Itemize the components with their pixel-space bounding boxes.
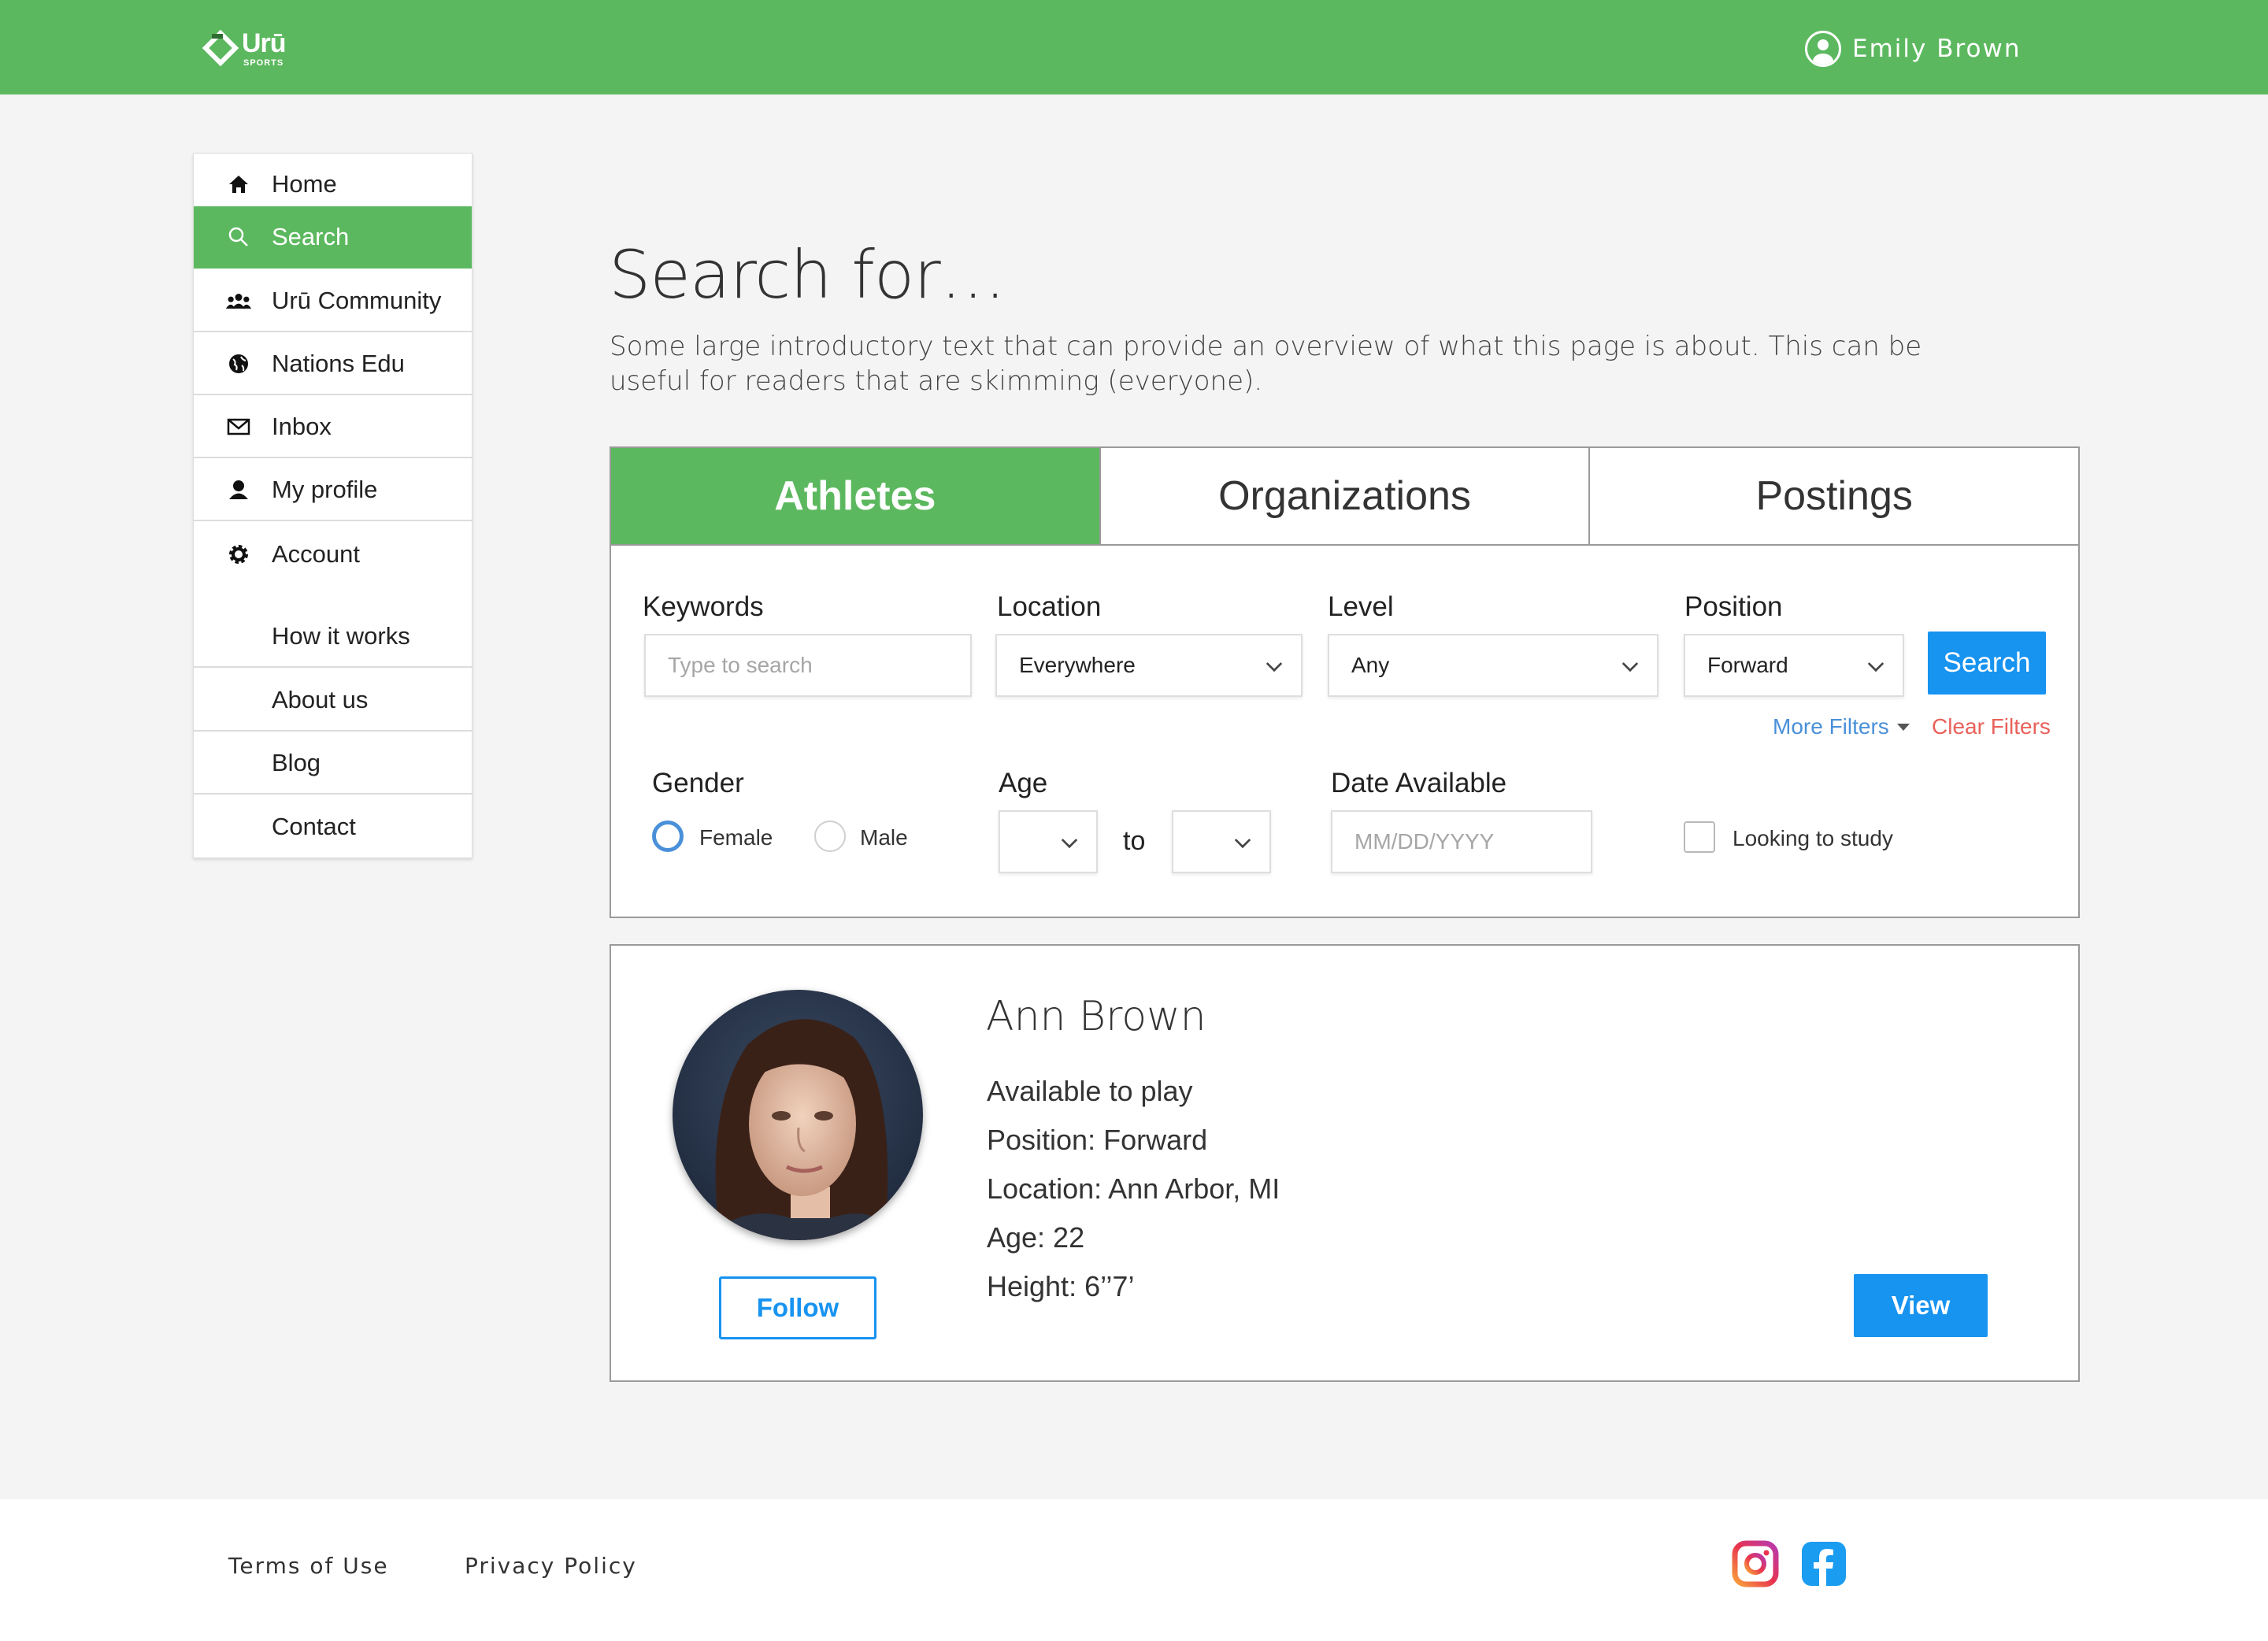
chevron-down-icon [1266,655,1283,672]
chevron-down-icon [1234,832,1251,849]
footer: Terms of Use Privacy Policy [0,1499,2268,1641]
age-to-select[interactable] [1172,810,1271,873]
terms-of-use-link[interactable]: Terms of Use [228,1553,389,1579]
uru-sports-logo[interactable]: Urū SPORTS [201,25,295,72]
sidebar-item-label: Home [272,169,337,198]
athlete-availability: Available to play [987,1075,1193,1107]
athlete-age: Age: 22 [987,1221,1085,1254]
position-value: Forward [1707,653,1788,677]
level-label: Level [1328,591,1394,622]
more-filters-label: More Filters [1773,714,1889,739]
sidebar-item-search[interactable]: Search [194,206,472,269]
position-label: Position [1684,591,1783,622]
search-icon [225,224,252,250]
date-placeholder: MM/DD/YYYY [1354,829,1495,854]
sidebar-nav: Home Search Urū Community Nations Edu In… [193,153,472,858]
level-value: Any [1351,653,1390,677]
tab-postings[interactable]: Postings [1590,448,2079,544]
radio-male-label: Male [860,825,908,850]
sidebar-item-label: Urū Community [272,286,442,314]
location-select[interactable]: Everywhere [995,634,1303,697]
keywords-placeholder: Type to search [668,653,813,677]
sidebar-item-label: Account [272,539,361,568]
chevron-down-icon [1867,655,1884,672]
sidebar-item-about-us[interactable]: About us [194,669,472,732]
radio-male[interactable] [814,820,846,852]
more-filters-link[interactable]: More Filters [1773,714,1910,739]
location-value: Everywhere [1019,653,1136,677]
keywords-input[interactable]: Type to search [644,634,972,697]
radio-female-label: Female [699,825,773,850]
privacy-policy-link[interactable]: Privacy Policy [465,1553,637,1579]
looking-to-study-label: Looking to study [1732,826,1893,850]
age-to-label: to [1123,826,1146,856]
envelope-icon [225,413,252,440]
gender-label: Gender [652,768,744,798]
tab-organizations[interactable]: Organizations [1100,448,1591,544]
chevron-down-icon [1061,832,1078,849]
follow-button[interactable]: Follow [719,1276,876,1339]
athlete-height: Height: 6’’7’ [987,1270,1135,1302]
sidebar-item-label: Search [272,222,350,250]
position-select[interactable]: Forward [1684,634,1904,697]
gear-icon [225,541,252,568]
keywords-label: Keywords [643,591,764,622]
logo-mark-icon [202,29,239,67]
athlete-location: Location: Ann Arbor, MI [987,1172,1280,1205]
sidebar-item-contact[interactable]: Contact [194,795,472,858]
sidebar-item-label: How it works [272,621,410,650]
user-menu[interactable]: Emily Brown [1805,28,2022,69]
home-icon [225,171,252,198]
brand-sub: SPORTS [243,58,284,68]
page-title: Search for… [609,236,1006,313]
view-button[interactable]: View [1854,1274,1988,1337]
intro-text: Some large introductory text that can pr… [610,331,1922,397]
level-select[interactable]: Any [1328,634,1658,697]
date-available-input[interactable]: MM/DD/YYYY [1331,810,1592,873]
radio-female[interactable] [652,820,684,852]
sidebar-item-blog[interactable]: Blog [194,732,472,795]
sidebar-item-label: Contact [272,812,356,840]
looking-to-study-checkbox[interactable] [1684,821,1715,853]
top-bar: Urū SPORTS Emily Brown [0,0,2268,94]
sidebar-item-how-it-works[interactable]: How it works [194,606,472,668]
age-label: Age [999,768,1048,798]
search-panel: Athletes Organizations Postings Keywords… [610,446,2080,918]
sidebar-item-label: Inbox [272,412,332,440]
search-tabs: Athletes Organizations Postings [611,448,2079,546]
athlete-position: Position: Forward [987,1124,1208,1156]
athlete-photo [673,990,923,1240]
facebook-icon[interactable] [1800,1540,1847,1587]
user-name: Emily Brown [1852,35,2022,63]
athlete-name[interactable]: Ann Brown [986,993,1206,1040]
sidebar-item-label: About us [272,685,369,713]
sidebar-item-inbox[interactable]: Inbox [194,396,472,458]
clear-filters-link[interactable]: Clear Filters [1932,714,2051,739]
location-label: Location [997,591,1102,622]
sidebar-item-nations-edu[interactable]: Nations Edu [194,333,472,395]
instagram-icon[interactable] [1732,1540,1779,1587]
community-icon [225,287,252,314]
user-avatar-icon [1805,31,1841,67]
sidebar-item-label: Blog [272,748,321,776]
athlete-result-card: Follow Ann Brown Available to play Posit… [610,944,2080,1382]
chevron-down-icon [1621,655,1639,672]
sidebar-item-label: My profile [272,475,378,503]
caret-down-icon [1896,723,1910,731]
sidebar-item-my-profile[interactable]: My profile [194,459,472,521]
globe-icon [225,350,252,377]
sidebar-item-label: Nations Edu [272,349,405,377]
user-icon [225,476,252,503]
date-available-label: Date Available [1331,768,1507,798]
age-from-select[interactable] [999,810,1098,873]
sidebar-item-account[interactable]: Account [194,523,472,585]
sidebar-item-community[interactable]: Urū Community [194,270,472,332]
tab-athletes[interactable]: Athletes [611,448,1101,544]
search-button[interactable]: Search [1928,632,2046,695]
brand-name: Urū [242,28,287,58]
